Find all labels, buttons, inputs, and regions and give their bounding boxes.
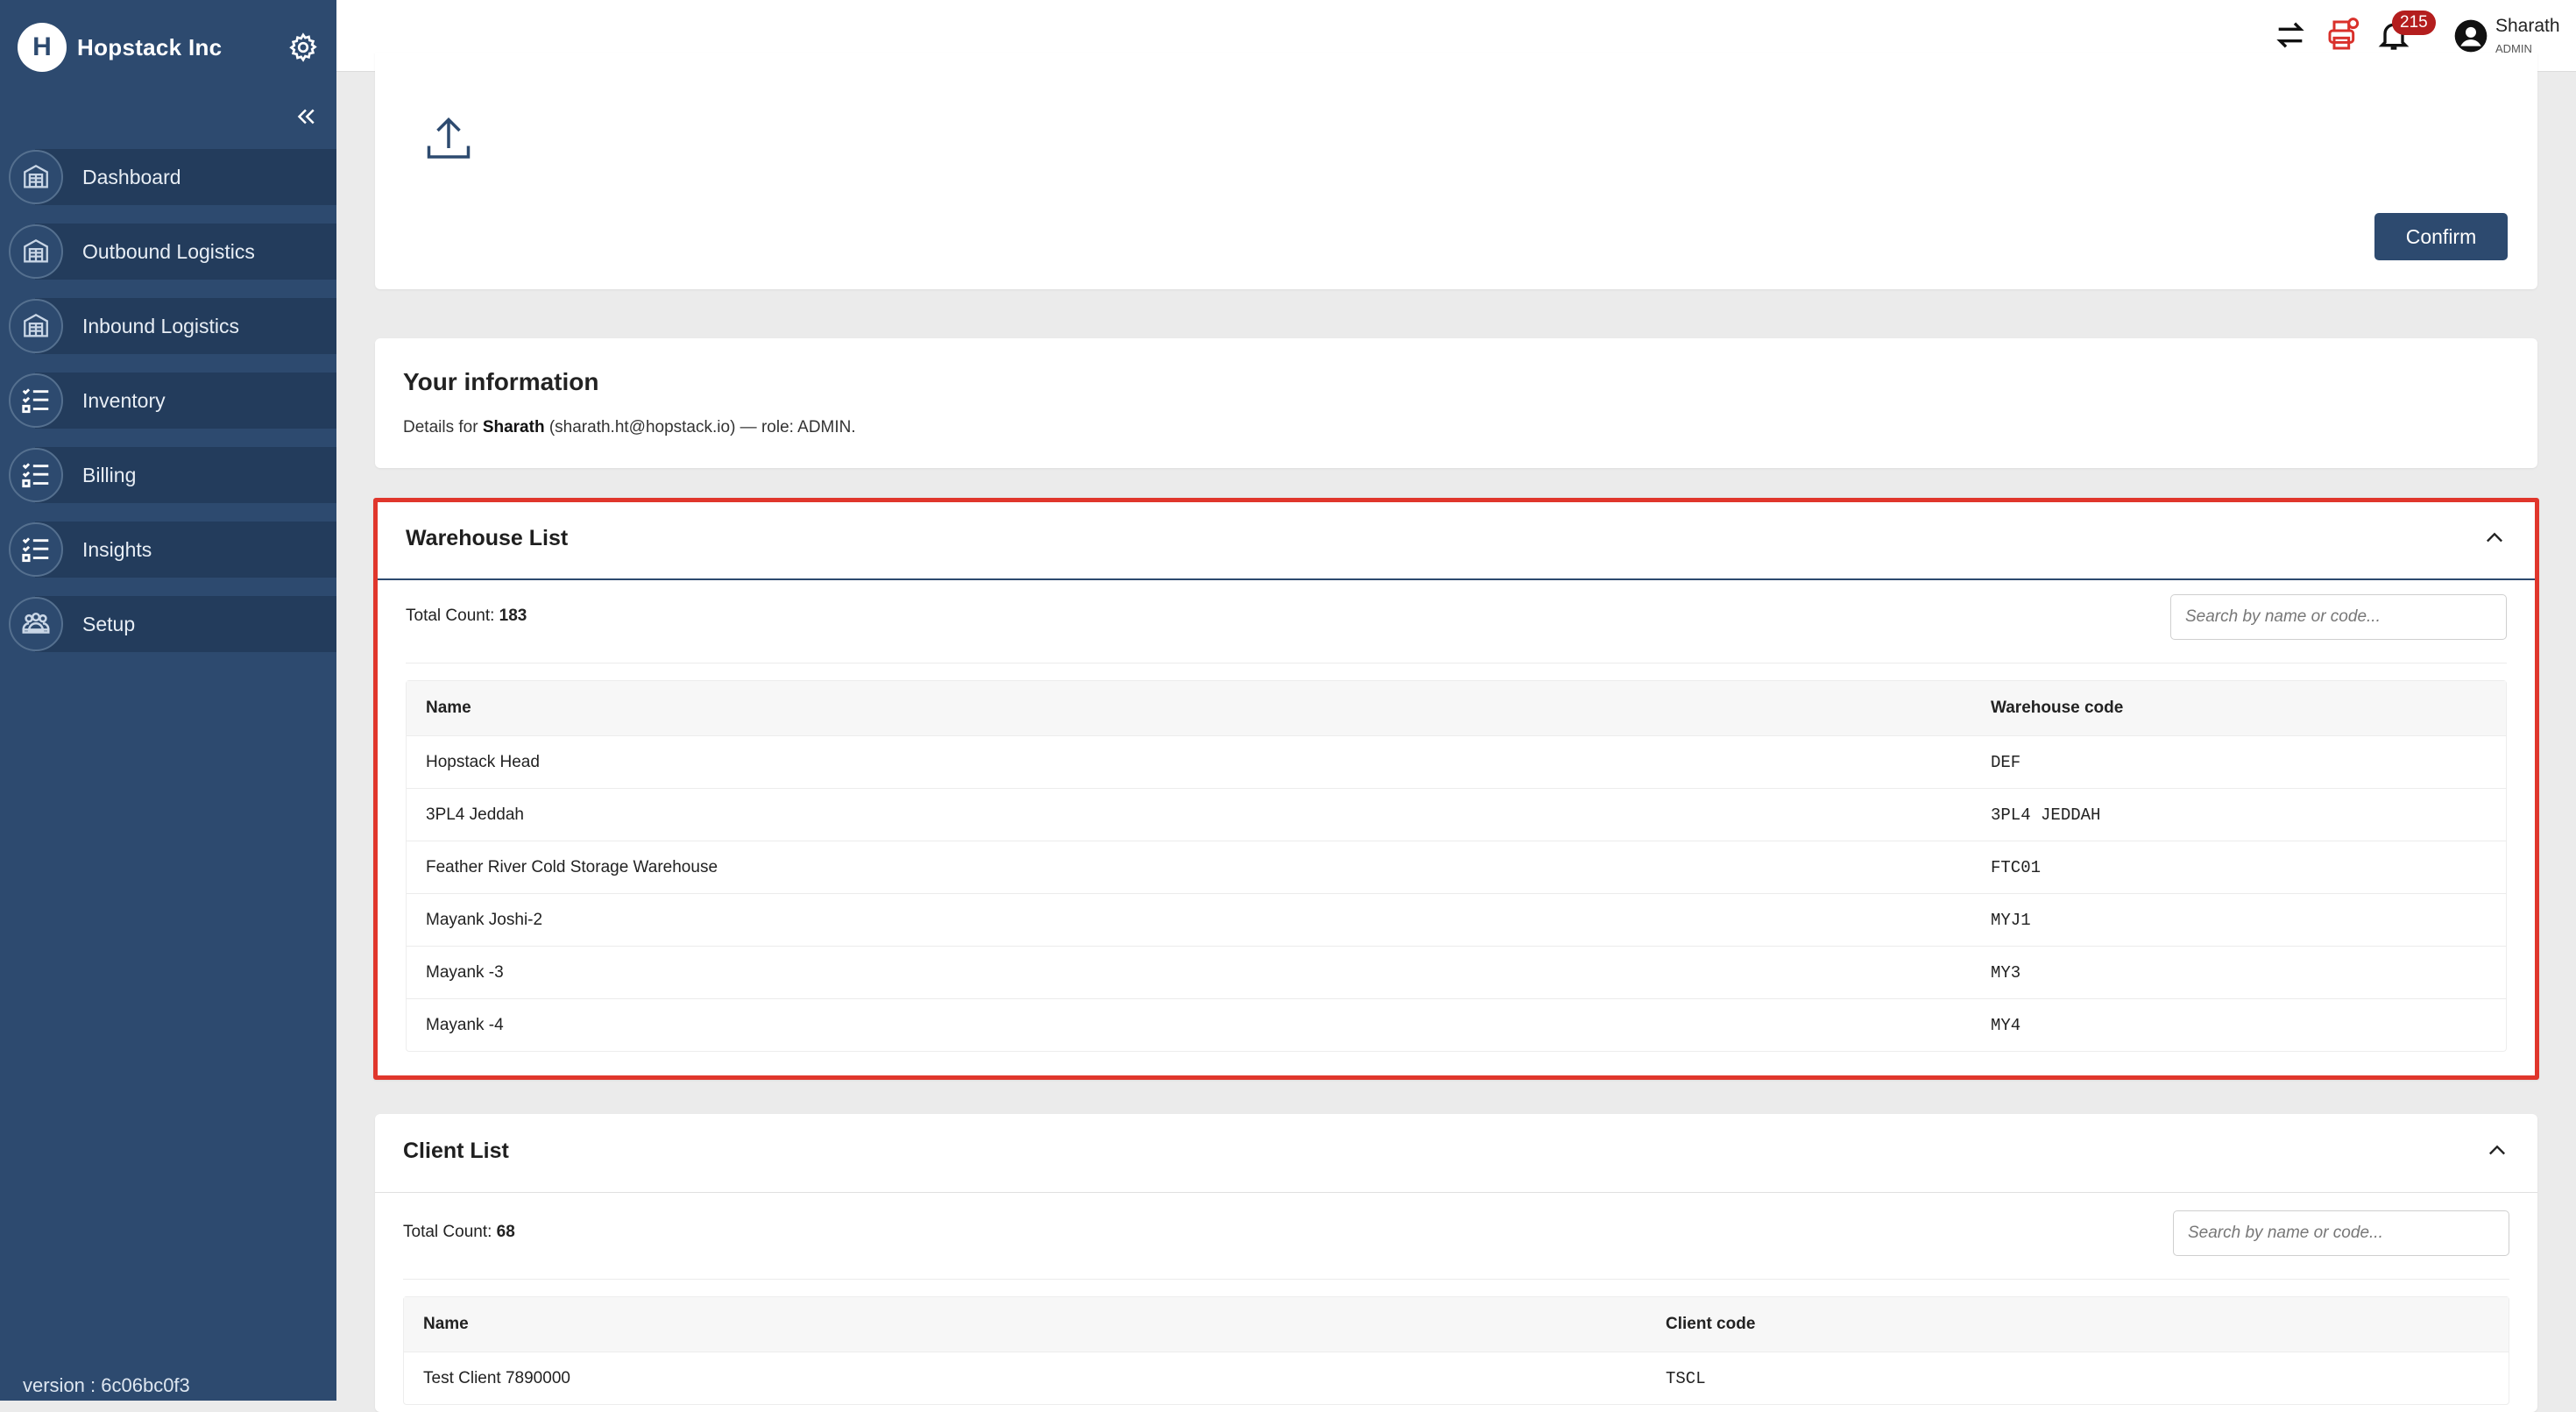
column-header-code[interactable]: Client code bbox=[1666, 1315, 1755, 1334]
checklist-icon bbox=[9, 522, 63, 577]
table-row[interactable]: Hopstack Head DEF bbox=[407, 736, 2506, 789]
warehouse-icon bbox=[9, 299, 63, 353]
cell-code: FTC01 bbox=[1991, 857, 2042, 877]
checklist-icon bbox=[9, 373, 63, 428]
details-prefix: Details for bbox=[403, 418, 483, 436]
warehouse-icon bbox=[9, 150, 63, 204]
switch-arrows-icon[interactable] bbox=[2273, 18, 2308, 53]
notification-badge: 215 bbox=[2392, 11, 2436, 35]
gear-icon[interactable] bbox=[287, 32, 319, 63]
cell-name: Mayank Joshi-2 bbox=[426, 910, 543, 929]
information-title: Your information bbox=[403, 368, 599, 395]
cell-name: Feather River Cold Storage Warehouse bbox=[426, 857, 718, 876]
warehouse-list-header[interactable]: Warehouse List bbox=[378, 502, 2535, 580]
sidebar-item-label: Dashboard bbox=[82, 165, 181, 188]
user-avatar-icon bbox=[2454, 19, 2488, 52]
information-details: Details for Sharath (sharath.ht@hopstack… bbox=[403, 418, 856, 437]
warehouse-search-input[interactable] bbox=[2170, 594, 2507, 640]
checklist-icon bbox=[9, 448, 63, 502]
cell-code: MY4 bbox=[1991, 1015, 2021, 1035]
table-row[interactable]: Test Client 7890000 TSCL bbox=[404, 1352, 2509, 1404]
client-list-title: Client List bbox=[403, 1139, 509, 1163]
sidebar-item-outbound-logistics[interactable]: Outbound Logistics bbox=[0, 224, 336, 280]
sidebar-item-insights[interactable]: Insights bbox=[0, 522, 336, 578]
confirm-button[interactable]: Confirm bbox=[2374, 213, 2508, 260]
count-value: 68 bbox=[496, 1223, 515, 1241]
cell-name: Mayank -3 bbox=[426, 962, 504, 982]
table-row[interactable]: 3PL4 Jeddah 3PL4 JEDDAH bbox=[407, 789, 2506, 841]
brand[interactable]: H Hopstack Inc bbox=[18, 21, 222, 74]
client-table: Name Client code Test Client 7890000 TSC… bbox=[403, 1296, 2509, 1405]
sidebar-nav: Dashboard Outbound Logistics Inbound Log… bbox=[0, 149, 336, 671]
cell-name: Test Client 7890000 bbox=[423, 1368, 570, 1387]
collapse-sidebar-icon[interactable] bbox=[293, 103, 319, 130]
cell-name: Hopstack Head bbox=[426, 752, 540, 771]
sidebar-item-label: Insights bbox=[82, 537, 152, 561]
client-list-card: Client List Total Count: 68 Name Client … bbox=[375, 1114, 2537, 1412]
sidebar-item-label: Billing bbox=[82, 463, 137, 486]
people-icon bbox=[9, 597, 63, 651]
table-row[interactable]: Mayank -3 MY3 bbox=[407, 947, 2506, 999]
upload-card: Confirm bbox=[375, 53, 2537, 289]
sidebar-item-setup[interactable]: Setup bbox=[0, 596, 336, 652]
client-list-header[interactable]: Client List bbox=[375, 1114, 2537, 1193]
cell-code: 3PL4 JEDDAH bbox=[1991, 805, 2101, 825]
table-row[interactable]: Feather River Cold Storage Warehouse FTC… bbox=[407, 841, 2506, 894]
brand-name: Hopstack Inc bbox=[77, 33, 223, 60]
column-header-code[interactable]: Warehouse code bbox=[1991, 699, 2123, 718]
sidebar-item-label: Inventory bbox=[82, 388, 166, 412]
chevron-up-icon[interactable] bbox=[2482, 526, 2507, 550]
details-name: Sharath bbox=[482, 418, 545, 436]
details-suffix: (sharath.ht@hopstack.io) — role: ADMIN. bbox=[544, 418, 856, 436]
version-text: version : 6c06bc0f3 bbox=[23, 1374, 190, 1396]
count-value: 183 bbox=[499, 607, 527, 625]
printer-icon[interactable] bbox=[2325, 18, 2360, 53]
warehouse-table: Name Warehouse code Hopstack Head DEF 3P… bbox=[406, 680, 2507, 1052]
user-menu[interactable]: Sharath ADMIN bbox=[2453, 16, 2560, 55]
sidebar-item-label: Outbound Logistics bbox=[82, 239, 255, 263]
divider bbox=[403, 1279, 2509, 1280]
cell-code: MY3 bbox=[1991, 962, 2021, 983]
sidebar-item-label: Setup bbox=[82, 612, 136, 635]
column-header-name[interactable]: Name bbox=[404, 1315, 1666, 1334]
sidebar-item-inventory[interactable]: Inventory bbox=[0, 373, 336, 429]
cell-code: DEF bbox=[1991, 752, 2021, 772]
cell-name: 3PL4 Jeddah bbox=[426, 805, 524, 824]
client-search-input[interactable] bbox=[2173, 1210, 2509, 1256]
sidebar-item-inbound-logistics[interactable]: Inbound Logistics bbox=[0, 298, 336, 354]
chevron-up-icon[interactable] bbox=[2485, 1139, 2509, 1163]
information-card: Your information Details for Sharath (sh… bbox=[375, 338, 2537, 468]
user-name: Sharath bbox=[2495, 16, 2560, 36]
warehouse-list-card: Warehouse List Total Count: 183 Name War… bbox=[373, 498, 2539, 1080]
table-header: Name Warehouse code bbox=[407, 681, 2506, 736]
cell-name: Mayank -4 bbox=[426, 1015, 504, 1034]
sidebar-item-dashboard[interactable]: Dashboard bbox=[0, 149, 336, 205]
sidebar-item-label: Inbound Logistics bbox=[82, 314, 240, 337]
count-label: Total Count: bbox=[403, 1223, 497, 1241]
cell-code: TSCL bbox=[1666, 1368, 1706, 1388]
upload-icon[interactable] bbox=[422, 112, 475, 167]
cell-code: MYJ1 bbox=[1991, 910, 2031, 930]
warehouse-total-count: Total Count: 183 bbox=[406, 607, 527, 626]
sidebar: H Hopstack Inc Dashboard Outbound Logist… bbox=[0, 0, 336, 1401]
sidebar-item-billing[interactable]: Billing bbox=[0, 447, 336, 503]
column-header-name[interactable]: Name bbox=[407, 699, 1991, 718]
table-row[interactable]: Mayank Joshi-2 MYJ1 bbox=[407, 894, 2506, 947]
client-total-count: Total Count: 68 bbox=[403, 1223, 515, 1242]
warehouse-icon bbox=[9, 224, 63, 279]
count-label: Total Count: bbox=[406, 607, 499, 625]
table-header: Name Client code bbox=[404, 1297, 2509, 1352]
warehouse-list-title: Warehouse List bbox=[406, 526, 569, 550]
table-row[interactable]: Mayank -4 MY4 bbox=[407, 999, 2506, 1051]
brand-logo: H bbox=[18, 23, 67, 72]
